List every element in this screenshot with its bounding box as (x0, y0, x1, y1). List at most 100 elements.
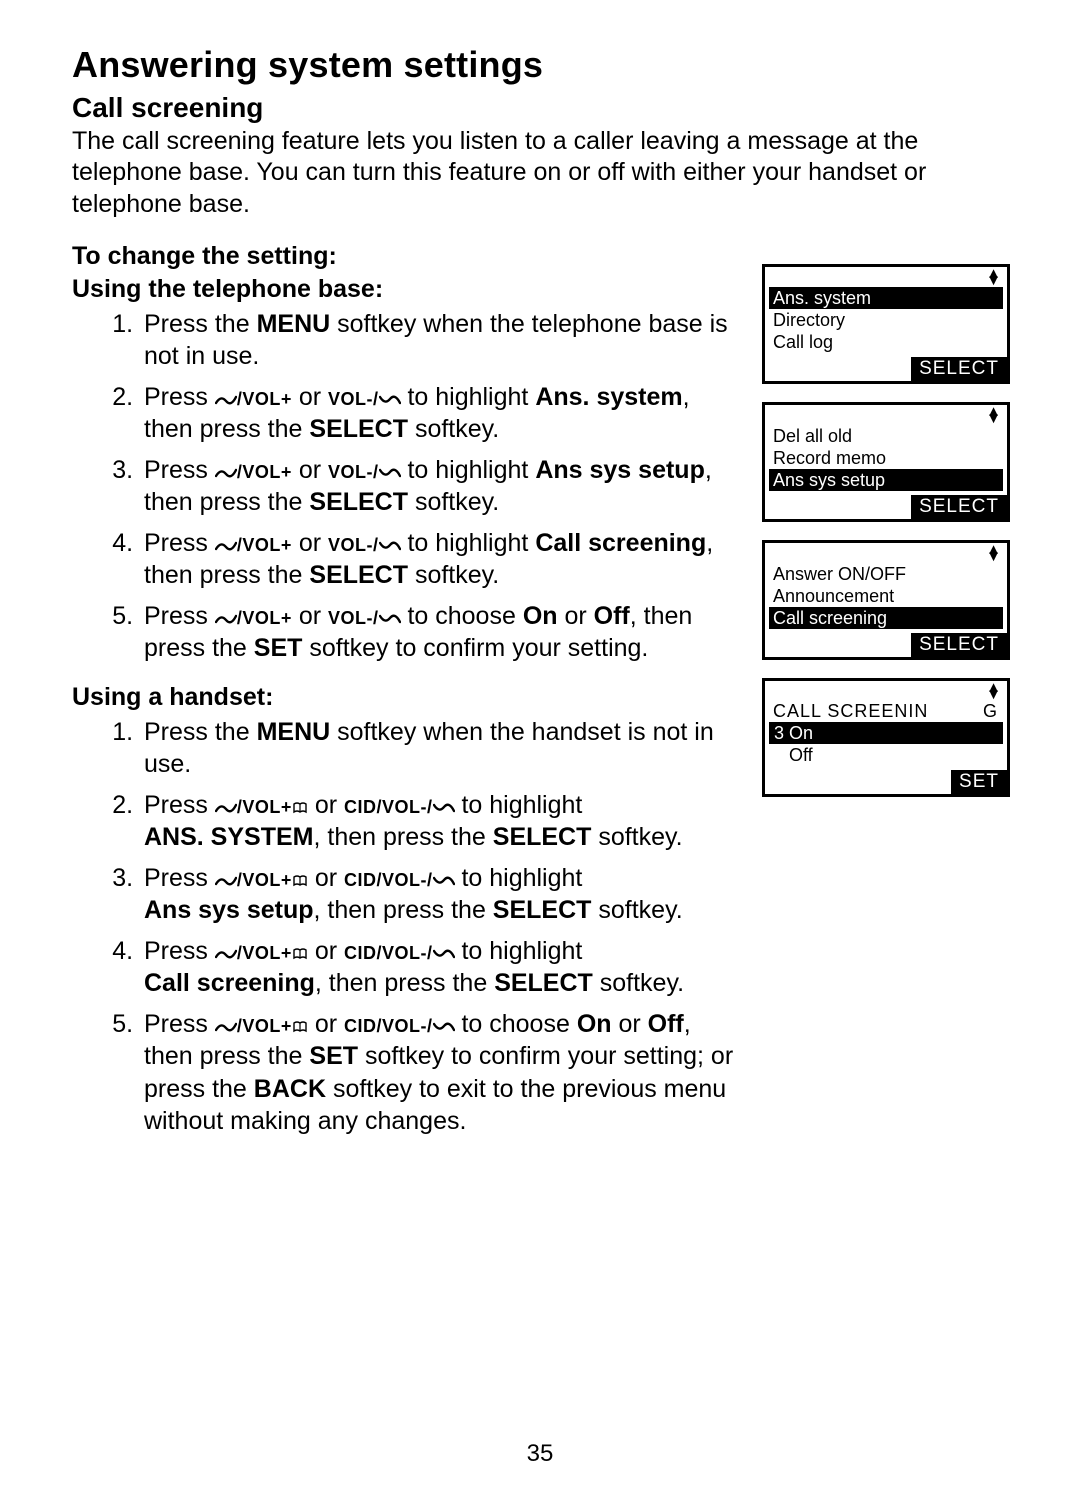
menu-row: Call log (771, 331, 1001, 353)
wave-down-icon (379, 612, 401, 626)
menu-row: Answer ON/OFF (771, 563, 1001, 585)
vol-plus-key: /VOL+ (237, 864, 292, 892)
menu-row: Record memo (771, 447, 1001, 469)
menu-row: Announcement (771, 585, 1001, 607)
vol-minus-key: VOL-/ (328, 529, 379, 557)
book-icon (292, 1020, 308, 1034)
highlight-target: ANS. SYSTEM (144, 823, 313, 851)
back-key: BACK (254, 1075, 326, 1103)
select-key: SELECT (309, 415, 408, 443)
select-key: SELECT (309, 561, 408, 589)
intro-paragraph: The call screening feature lets you list… (72, 126, 1012, 220)
highlight-target: Call screening (144, 969, 315, 997)
using-handset-label: Using a handset: (72, 683, 740, 712)
base-steps-list: Press the MENU softkey when the telephon… (72, 308, 740, 665)
handset-step-1: Press the MENU softkey when the handset … (140, 716, 740, 781)
wave-up-icon (215, 612, 237, 626)
wave-up-icon (215, 1020, 237, 1034)
lcd-screen-ans-sys-setup: ▲▼ Answer ON/OFF Announcement Call scree… (762, 540, 1010, 660)
set-key: SET (254, 634, 303, 662)
base-step-4: Press /VOL+ or VOL-/ to highlight Call s… (140, 527, 740, 592)
option-row: 3 On (769, 722, 1003, 744)
vol-plus-key: /VOL+ (237, 529, 292, 557)
option-marker: 3 (773, 722, 785, 744)
base-step-5: Press /VOL+ or VOL-/ to choose On or Off… (140, 600, 740, 665)
vol-plus-key: /VOL+ (237, 937, 292, 965)
cid-vol-minus-key: CID/VOL-/ (344, 864, 433, 892)
wave-down-icon (433, 1020, 455, 1034)
highlight-target: Ans sys setup (535, 456, 705, 484)
book-icon (292, 874, 308, 888)
vol-plus-key: /VOL+ (237, 383, 292, 411)
updown-arrows-icon: ▲▼ (986, 270, 1001, 284)
wave-down-icon (433, 874, 455, 888)
handset-step-4: Press /VOL+ or CID/VOL-/ to highlight Ca… (140, 935, 740, 1000)
menu-key: MENU (257, 718, 331, 746)
select-key: SELECT (494, 969, 593, 997)
option-row: Off (771, 744, 1001, 766)
vol-minus-key: VOL-/ (328, 456, 379, 484)
wave-down-icon (379, 466, 401, 480)
highlight-target: Ans sys setup (144, 896, 314, 924)
menu-row: Directory (771, 309, 1001, 331)
off-option: Off (648, 1010, 684, 1038)
cid-vol-minus-key: CID/VOL-/ (344, 1010, 433, 1038)
wave-up-icon (215, 393, 237, 407)
highlight-target: Call screening (535, 529, 706, 557)
using-base-label: Using the telephone base: (72, 275, 740, 304)
wave-up-icon (215, 874, 237, 888)
lcd-screen-ans-system: ▲▼ Del all old Record memo Ans sys setup… (762, 402, 1010, 522)
wave-up-icon (215, 539, 237, 553)
base-step-2: Press /VOL+ or VOL-/ to highlight Ans. s… (140, 381, 740, 446)
wave-up-icon (215, 801, 237, 815)
cid-vol-minus-key: CID/VOL-/ (344, 791, 433, 819)
cid-vol-minus-key: CID/VOL-/ (344, 937, 433, 965)
wave-down-icon (379, 539, 401, 553)
option-label: On (789, 722, 813, 744)
lcd-screen-call-screening: ▲▼ CALL SCREENIN G 3 On Off SET (762, 678, 1010, 797)
vol-plus-key: /VOL+ (237, 1010, 292, 1038)
page-title: Answering system settings (72, 44, 1012, 86)
select-key: SELECT (493, 896, 592, 924)
updown-arrows-icon: ▲▼ (986, 408, 1001, 422)
menu-row: Ans. system (769, 287, 1003, 309)
wave-down-icon (433, 947, 455, 961)
section-heading: Call screening (72, 92, 1012, 124)
on-option: On (523, 602, 558, 630)
menu-row: Del all old (771, 425, 1001, 447)
vol-plus-key: /VOL+ (237, 602, 292, 630)
to-change-label: To change the setting: (72, 242, 740, 271)
vol-plus-key: /VOL+ (237, 456, 292, 484)
set-key: SET (309, 1042, 358, 1070)
lcd-screen-main-menu: ▲▼ Ans. system Directory Call log SELECT (762, 264, 1010, 384)
menu-key: MENU (257, 310, 331, 338)
base-step-1: Press the MENU softkey when the telephon… (140, 308, 740, 373)
wave-up-icon (215, 947, 237, 961)
option-label: Off (789, 745, 813, 765)
base-step-3: Press /VOL+ or VOL-/ to highlight Ans sy… (140, 454, 740, 519)
softkey-label: SET (951, 770, 1007, 794)
vol-plus-key: /VOL+ (237, 791, 292, 819)
vol-minus-key: VOL-/ (328, 602, 379, 630)
handset-step-3: Press /VOL+ or CID/VOL-/ to highlight An… (140, 862, 740, 927)
book-icon (292, 801, 308, 815)
wave-down-icon (379, 393, 401, 407)
off-option: Off (594, 602, 630, 630)
menu-row: Call screening (769, 607, 1003, 629)
wave-down-icon (433, 801, 455, 815)
handset-step-2: Press /VOL+ or CID/VOL-/ to highlight AN… (140, 789, 740, 854)
wave-up-icon (215, 466, 237, 480)
highlight-target: Ans. system (535, 383, 682, 411)
on-option: On (577, 1010, 612, 1038)
softkey-label: SELECT (911, 633, 1007, 657)
menu-row: Ans sys setup (769, 469, 1003, 491)
softkey-label: SELECT (911, 357, 1007, 381)
handset-steps-list: Press the MENU softkey when the handset … (72, 716, 740, 1138)
book-icon (292, 947, 308, 961)
softkey-label: SELECT (911, 495, 1007, 519)
updown-arrows-icon: ▲▼ (986, 546, 1001, 560)
vol-minus-key: VOL-/ (328, 383, 379, 411)
screen-title: CALL SCREENIN G (771, 701, 1001, 722)
page-number: 35 (0, 1440, 1080, 1468)
handset-step-5: Press /VOL+ or CID/VOL-/ to choose On or… (140, 1008, 740, 1138)
